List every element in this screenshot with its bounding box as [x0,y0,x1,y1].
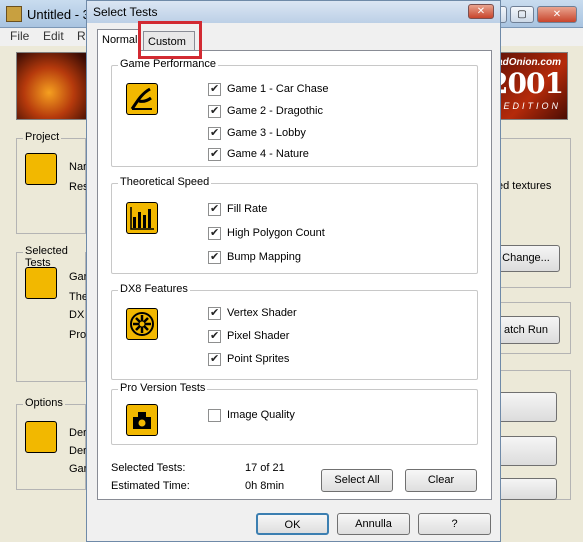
test-checkbox-row[interactable]: Vertex Shader [208,305,297,321]
side-button-3[interactable] [492,478,557,500]
document-icon [25,153,57,185]
dx8-features-icon [126,308,158,340]
bar-chart-icon [126,202,158,234]
estimated-time-value: 0h 8min [245,480,285,492]
checkbox[interactable] [208,352,221,366]
test-checkbox-row[interactable]: Pixel Shader [208,328,289,344]
checkbox-label: Game 1 - Car Chase [227,83,329,95]
checkbox[interactable] [208,250,221,264]
checkbox-label: Game 2 - Dragothic [227,105,323,117]
options-line: Der [69,445,87,457]
estimated-time-label: Estimated Time: [111,480,190,492]
cancel-button[interactable]: Annulla [337,513,410,535]
options-group-title: Options [23,397,65,409]
project-group: Project Nar Res [16,131,89,234]
dx8-features-group: DX8 Features Vertex Shader Pixel Shader … [111,283,478,380]
dialog-title: Select Tests [93,5,158,19]
test-checkbox-row[interactable]: Game 4 - Nature [208,146,309,162]
close-icon[interactable]: ✕ [468,4,494,19]
selected-tests-value: 17 of 21 [245,462,285,474]
menu-file[interactable]: File [10,29,29,43]
test-checkbox-row[interactable]: Game 2 - Dragothic [208,103,323,119]
checkbox[interactable] [208,82,221,96]
main-window-title: Untitled - 3 [27,7,90,22]
test-checkbox-row[interactable]: Point Sprites [208,351,289,367]
side-button-1[interactable] [492,392,557,422]
selected-tests-line: DX [69,309,85,321]
checkbox-label: Fill Rate [227,203,268,215]
checkbox[interactable] [208,147,221,161]
project-line: Nar [69,161,87,173]
group-title: Theoretical Speed [118,176,212,188]
dialog-titlebar: Select Tests ✕ [87,1,500,23]
options-group: Options Der Der Gar [16,397,88,490]
options-icon [25,421,57,453]
selected-tests-line: Pro [69,329,87,341]
checkbox[interactable] [208,104,221,118]
pro-version-group: Pro Version Tests Image Quality [111,382,478,445]
select-all-button[interactable]: Select All [321,469,393,492]
checkbox[interactable] [208,408,221,422]
tab-panel: Game Performance Game 1 - Car Chase Game… [97,50,492,500]
checkbox-label: Bump Mapping [227,251,301,263]
game-performance-icon [126,83,158,115]
banner-explosion [17,53,97,119]
checklist-icon [25,267,57,299]
test-checkbox-row[interactable]: Game 1 - Car Chase [208,81,328,97]
checkbox[interactable] [208,202,221,216]
batch-run-button[interactable]: atch Run [492,316,560,344]
test-checkbox-row[interactable]: Image Quality [208,407,295,423]
checkbox-label: Game 4 - Nature [227,148,309,160]
test-checkbox-row[interactable]: High Polygon Count [208,225,325,241]
selected-tests-group-title: Selected Tests [23,245,85,269]
maximize-icon[interactable]: ▢ [510,6,534,23]
checkbox-label: Pixel Shader [227,330,290,342]
test-checkbox-row[interactable]: Fill Rate [208,201,267,217]
checkbox-label: Game 3 - Lobby [227,127,306,139]
test-checkbox-row[interactable]: Game 3 - Lobby [208,125,306,141]
checkbox-label: High Polygon Count [227,227,325,239]
app-icon [6,6,22,22]
side-button-2[interactable] [492,436,557,466]
checkbox-label: Vertex Shader [227,307,297,319]
banner-edition: EDITION [503,101,561,111]
test-checkbox-row[interactable]: Bump Mapping [208,249,301,265]
menu-r[interactable]: R [77,29,86,43]
selected-tests-label: Selected Tests: [111,462,186,474]
menu-edit[interactable]: Edit [43,29,64,43]
checkbox[interactable] [208,306,221,320]
ok-button[interactable]: OK [256,513,329,535]
close-icon[interactable]: ✕ [537,6,577,23]
group-title: DX8 Features [118,283,190,295]
theoretical-speed-group: Theoretical Speed Fill Rate High Polygon… [111,176,478,274]
project-group-title: Project [23,131,62,143]
selected-tests-group: Selected Tests Gar The DX Pro [16,245,88,382]
clear-button[interactable]: Clear [405,469,477,492]
checkbox[interactable] [208,329,221,343]
group-title: Game Performance [118,58,218,70]
checkbox[interactable] [208,226,221,240]
group-title: Pro Version Tests [118,382,208,394]
select-tests-dialog: Select Tests ✕ Normal Custom Game Perfor… [86,0,501,542]
tab-normal[interactable]: Normal [97,29,140,51]
camera-icon [126,404,158,436]
selected-tests-line: Gar [69,271,88,283]
change-button[interactable]: Change... [492,245,560,272]
options-line: Der [69,427,87,439]
checkbox-label: Point Sprites [227,353,290,365]
game-performance-group: Game Performance Game 1 - Car Chase Game… [111,58,478,167]
options-line: Gar [69,463,88,475]
checkbox[interactable] [208,126,221,140]
textures-text: ed textures [497,180,552,192]
help-button[interactable]: ? [418,513,491,535]
checkbox-label: Image Quality [227,409,295,421]
